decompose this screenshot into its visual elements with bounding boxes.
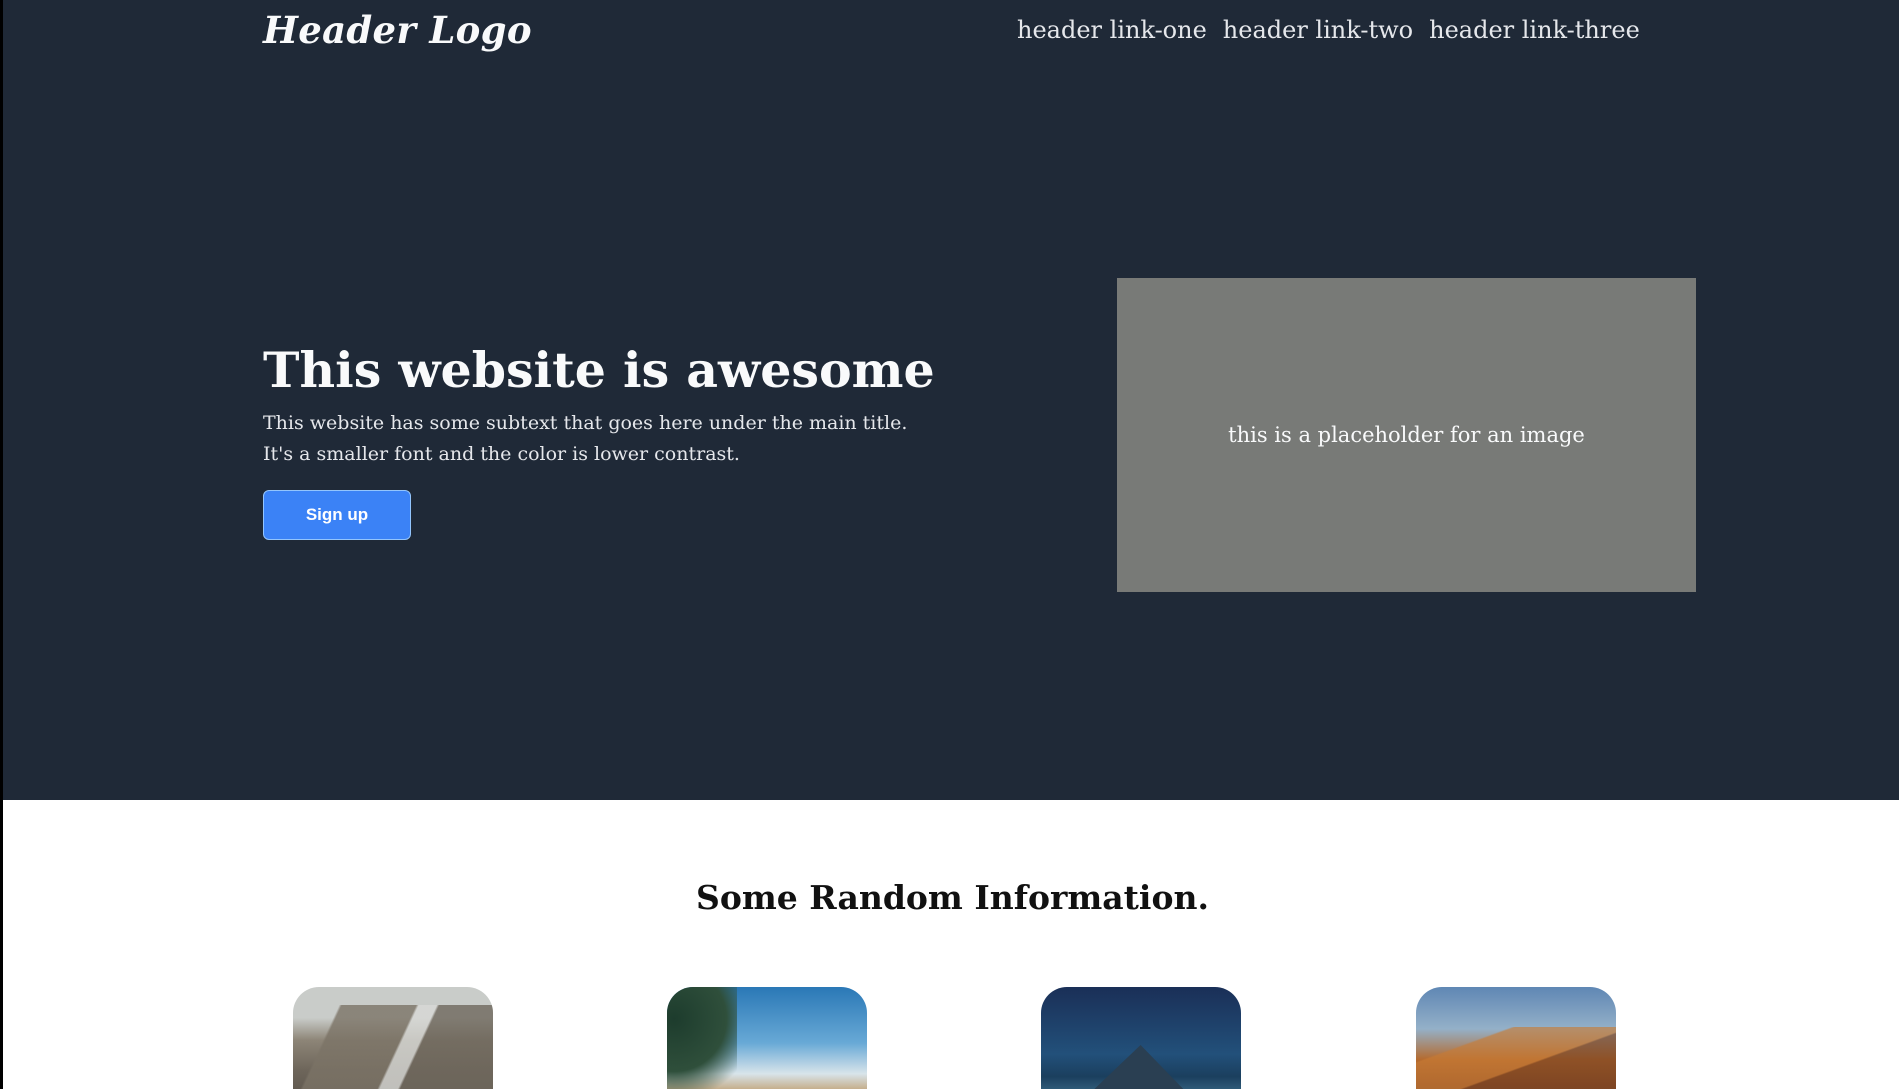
hero-text-block: This website is awesome This website has… (263, 336, 963, 540)
site-header: Header Logo header link-one header link-… (3, 0, 1899, 70)
hero-image-placeholder: this is a placeholder for an image (1117, 278, 1696, 592)
info-section-title: Some Random Information. (696, 878, 1209, 917)
info-card-image-mountain-valley (667, 987, 867, 1089)
image-placeholder-text: this is a placeholder for an image (1228, 423, 1585, 447)
header-link-three[interactable]: header link-three (1429, 16, 1640, 44)
sign-up-button[interactable]: Sign up (263, 490, 411, 540)
info-card-image-night-mountain (1041, 987, 1241, 1089)
info-card-image-sunset-mountain (1416, 987, 1616, 1089)
landing-page: Header Logo header link-one header link-… (0, 0, 1899, 1089)
info-card-image-rocky-mountain (293, 987, 493, 1089)
hero-title: This website is awesome (263, 341, 935, 399)
header-nav: header link-one header link-two header l… (1017, 16, 1640, 44)
hero-subtext: This website has some subtext that goes … (263, 412, 908, 465)
header-link-one[interactable]: header link-one (1017, 16, 1207, 44)
header-logo[interactable]: Header Logo (263, 8, 532, 52)
header-link-two[interactable]: header link-two (1223, 16, 1413, 44)
hero-section: Header Logo header link-one header link-… (3, 0, 1899, 800)
